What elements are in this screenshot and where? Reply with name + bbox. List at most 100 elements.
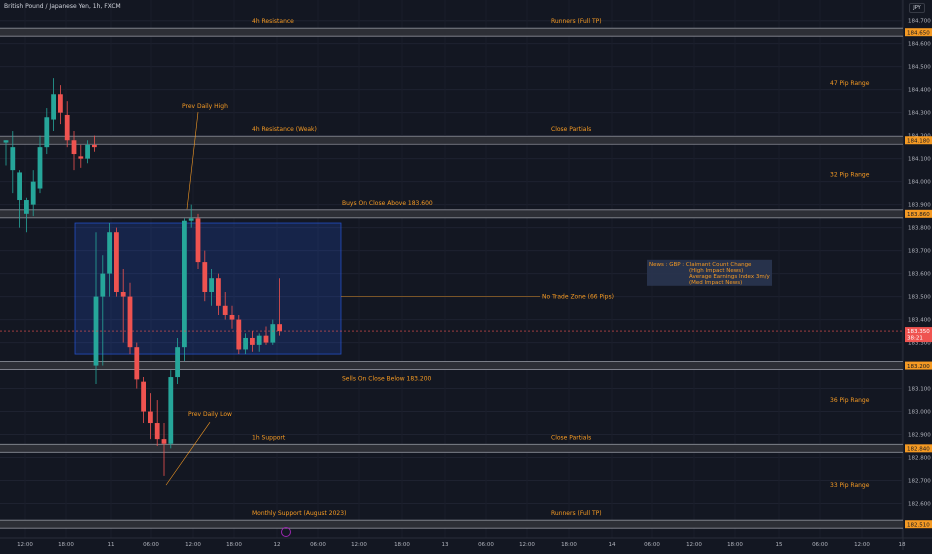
candle-body bbox=[114, 232, 119, 292]
candle-body bbox=[229, 314, 235, 320]
chart-area[interactable]: 184.700184.600184.500184.400184.300184.2… bbox=[0, 0, 932, 550]
level-price-label: 183.860 bbox=[907, 212, 930, 218]
candle-body bbox=[141, 381, 146, 412]
x-tick-label: 11 bbox=[108, 542, 115, 548]
level-band bbox=[0, 209, 903, 218]
level-price-label: 183.200 bbox=[907, 364, 930, 370]
currency-button[interactable]: JPY bbox=[909, 3, 925, 13]
x-tick-label: 12:00 bbox=[854, 542, 870, 548]
y-tick-label: 184.400 bbox=[908, 88, 931, 94]
level-band bbox=[0, 136, 903, 145]
candle-body bbox=[92, 144, 97, 148]
candle-body bbox=[175, 347, 180, 378]
level-left-label: 4h Resistance bbox=[252, 18, 294, 25]
candle-body bbox=[78, 156, 84, 159]
y-tick-label: 184.000 bbox=[908, 180, 931, 186]
candle-body bbox=[188, 218, 194, 221]
candle-body bbox=[250, 337, 255, 345]
candle-body bbox=[58, 94, 63, 113]
candle-body bbox=[243, 337, 248, 350]
y-tick-label: 183.000 bbox=[908, 410, 931, 416]
x-tick-label: 06:00 bbox=[644, 542, 660, 548]
candle-body bbox=[161, 439, 167, 444]
y-tick-label: 182.600 bbox=[908, 502, 931, 508]
candle-body bbox=[3, 140, 9, 143]
price-chart[interactable]: 184.700184.600184.500184.400184.300184.2… bbox=[0, 0, 932, 550]
level-right-label: Sells On Close Below 183.200 bbox=[342, 376, 432, 383]
pip-range-label: 36 Pip Range bbox=[830, 397, 870, 404]
level-left-label: Monthly Support (August 2023) bbox=[252, 510, 346, 517]
level-price-label: 184.180 bbox=[907, 138, 930, 144]
level-right-label: Close Partials bbox=[551, 434, 591, 441]
level-right-label: Close Partials bbox=[551, 126, 591, 133]
x-tick-label: 06:00 bbox=[812, 542, 828, 548]
candle-body bbox=[71, 140, 77, 155]
y-tick-label: 183.600 bbox=[908, 272, 931, 278]
level-price-label: 182.510 bbox=[907, 522, 930, 528]
x-tick-label: 18:00 bbox=[561, 542, 577, 548]
pip-range-label: 32 Pip Range bbox=[830, 172, 870, 179]
x-tick-label: 12:00 bbox=[351, 542, 367, 548]
candle-body bbox=[236, 319, 242, 350]
level-left-label: 4h Resistance (Weak) bbox=[252, 126, 317, 133]
candle-body bbox=[182, 220, 187, 348]
x-tick-label: 06:00 bbox=[310, 542, 326, 548]
x-tick-label: 18:00 bbox=[727, 542, 743, 548]
candle-body bbox=[51, 94, 56, 120]
y-tick-label: 182.800 bbox=[908, 456, 931, 462]
pip-range-label: 47 Pip Range bbox=[830, 80, 870, 87]
candle-body bbox=[256, 335, 262, 345]
candle-body bbox=[24, 200, 29, 214]
candle-body bbox=[154, 423, 160, 440]
candle-body bbox=[64, 114, 70, 141]
x-tick-label: 18 bbox=[899, 542, 906, 548]
y-tick-label: 184.700 bbox=[908, 19, 931, 25]
y-tick-label: 183.500 bbox=[908, 295, 931, 301]
candle-body bbox=[216, 278, 221, 306]
candle-body bbox=[120, 291, 126, 297]
y-tick-label: 183.800 bbox=[908, 226, 931, 232]
level-price-label: 184.650 bbox=[907, 30, 930, 36]
level-band bbox=[0, 28, 903, 37]
y-tick-label: 184.100 bbox=[908, 157, 931, 163]
candle-body bbox=[222, 305, 228, 315]
candle-body bbox=[44, 117, 50, 148]
candle-body bbox=[277, 324, 282, 332]
level-right-label: Runners (Full TP) bbox=[551, 18, 602, 25]
y-tick-label: 184.300 bbox=[908, 111, 931, 117]
candle-body bbox=[148, 411, 153, 424]
x-tick-label: 18:00 bbox=[226, 542, 242, 548]
x-tick-label: 13 bbox=[442, 542, 449, 548]
x-tick-label: 12:00 bbox=[185, 542, 201, 548]
clock-icon[interactable] bbox=[281, 527, 291, 537]
x-tick-label: 06:00 bbox=[143, 542, 159, 548]
level-price-label: 182.840 bbox=[907, 447, 930, 453]
current-price-label: 183.350 bbox=[907, 329, 930, 335]
level-right-label: Buys On Close Above 183.600 bbox=[342, 200, 433, 207]
y-tick-label: 183.900 bbox=[908, 203, 931, 209]
candle-body bbox=[100, 273, 106, 297]
x-tick-label: 12:00 bbox=[519, 542, 535, 548]
x-tick-label: 14 bbox=[609, 542, 616, 548]
level-left-label: 1h Support bbox=[252, 434, 286, 441]
candle-body bbox=[127, 296, 133, 348]
candle-body bbox=[17, 172, 22, 201]
annotation-prev-daily-high: Prev Daily High bbox=[182, 103, 228, 110]
y-tick-label: 182.700 bbox=[908, 479, 931, 485]
x-tick-label: 12:00 bbox=[17, 542, 33, 548]
pip-range-label: 33 Pip Range bbox=[830, 482, 870, 489]
candle-body bbox=[202, 262, 208, 292]
symbol-title[interactable]: British Pound / Japanese Yen, 1h, FXCM bbox=[4, 3, 121, 10]
level-right-label: Runners (Full TP) bbox=[551, 510, 602, 517]
candle-body bbox=[263, 335, 269, 343]
countdown-label: 38:21 bbox=[907, 336, 923, 342]
y-tick-label: 183.400 bbox=[908, 318, 931, 324]
candle-body bbox=[30, 181, 36, 205]
candle-body bbox=[168, 377, 174, 444]
y-tick-label: 183.700 bbox=[908, 249, 931, 255]
x-tick-label: 15 bbox=[776, 542, 783, 548]
x-tick-label: 12:00 bbox=[686, 542, 702, 548]
x-tick-label: 12 bbox=[274, 542, 281, 548]
candle-body bbox=[209, 278, 214, 292]
y-tick-label: 184.500 bbox=[908, 65, 931, 71]
